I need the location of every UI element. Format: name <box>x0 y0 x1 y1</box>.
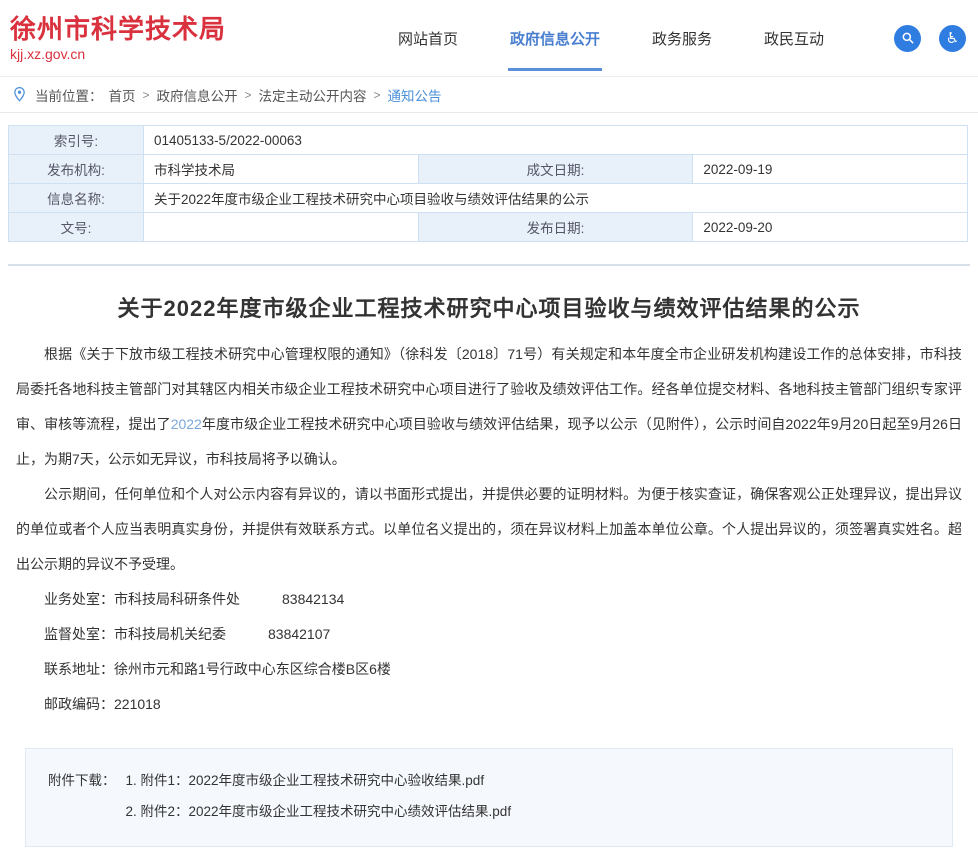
site-title: 徐州市科学技术局 <box>10 14 226 44</box>
table-row: 信息名称: 关于2022年度市级企业工程技术研究中心项目验收与绩效评估结果的公示 <box>9 184 968 213</box>
breadcrumb-label: 当前位置： <box>35 85 103 105</box>
contact-business-office: 业务处室：市科技局科研条件处 83842134 <box>44 582 962 617</box>
site-header: 徐州市科学技术局 kjj.xz.gov.cn 网站首页 政府信息公开 政务服务 … <box>0 0 978 76</box>
breadcrumb-item-home[interactable]: 首页 <box>109 85 136 105</box>
search-icon <box>901 31 915 45</box>
article-body: 根据《关于下放市级工程技术研究中心管理权限的通知》（徐科发〔2018〕71号）有… <box>16 337 962 722</box>
contact-supervision-office: 监督处室：市科技局机关纪委 83842107 <box>44 617 962 652</box>
contact-label: 邮政编码： <box>44 696 114 712</box>
contact-phone: 83842107 <box>268 626 330 642</box>
breadcrumb-separator: > <box>143 88 150 102</box>
main-nav: 网站首页 政府信息公开 政务服务 政民互动 ♿ <box>398 25 966 52</box>
attachments-label: 附件下载： <box>48 769 116 824</box>
contact-label: 监督处室： <box>44 626 114 642</box>
table-row: 发布机构: 市科学技术局 成文日期: 2022-09-19 <box>9 155 968 184</box>
section-divider <box>8 264 970 266</box>
publish-date-value: 2022-09-20 <box>693 213 968 242</box>
issuing-agency-label: 发布机构: <box>9 155 144 184</box>
index-number-label: 索引号: <box>9 126 144 155</box>
site-logo[interactable]: 徐州市科学技术局 kjj.xz.gov.cn <box>10 14 226 62</box>
breadcrumb-item-notices[interactable]: 通知公告 <box>388 85 442 105</box>
contact-postal-code: 邮政编码：221018 <box>44 687 962 722</box>
attachment-link-2[interactable]: 2. 附件2：2022年度市级企业工程技术研究中心绩效评估结果.pdf <box>126 800 512 824</box>
issuing-agency-value: 市科学技术局 <box>144 155 419 184</box>
contact-phone: 83842134 <box>282 591 344 607</box>
breadcrumb-item-statutory-disclosure[interactable]: 法定主动公开内容 <box>259 85 367 105</box>
contact-address: 联系地址：徐州市元和路1号行政中心东区综合楼B区6楼 <box>44 652 962 687</box>
article: 关于2022年度市级企业工程技术研究中心项目验收与绩效评估结果的公示 根据《关于… <box>0 291 978 722</box>
attachments-list: 1. 附件1：2022年度市级企业工程技术研究中心验收结果.pdf 2. 附件2… <box>126 769 512 824</box>
index-number-value: 01405133-5/2022-00063 <box>144 126 968 155</box>
attachment-link-1[interactable]: 1. 附件1：2022年度市级企业工程技术研究中心验收结果.pdf <box>126 769 512 793</box>
document-info-table: 索引号: 01405133-5/2022-00063 发布机构: 市科学技术局 … <box>8 125 968 242</box>
accessibility-button[interactable]: ♿ <box>939 25 966 52</box>
written-date-label: 成文日期: <box>418 155 693 184</box>
page-title: 关于2022年度市级企业工程技术研究中心项目验收与绩效评估结果的公示 <box>16 291 962 323</box>
contact-value: 徐州市元和路1号行政中心东区综合楼B区6楼 <box>114 661 391 677</box>
search-button[interactable] <box>894 25 921 52</box>
nav-item-home[interactable]: 网站首页 <box>398 28 458 49</box>
written-date-value: 2022-09-19 <box>693 155 968 184</box>
info-name-label: 信息名称: <box>9 184 144 213</box>
attachments-box: 附件下载： 1. 附件1：2022年度市级企业工程技术研究中心验收结果.pdf … <box>25 748 953 847</box>
publish-date-label: 发布日期: <box>418 213 693 242</box>
nav-item-services[interactable]: 政务服务 <box>652 28 712 49</box>
location-pin-icon <box>12 86 27 103</box>
nav-item-gov-info[interactable]: 政府信息公开 <box>510 28 600 49</box>
breadcrumb-item-gov-info[interactable]: 政府信息公开 <box>157 85 238 105</box>
nav-item-interaction[interactable]: 政民互动 <box>764 28 824 49</box>
contact-value: 市科技局科研条件处 <box>114 591 240 607</box>
breadcrumb: 当前位置： 首页 > 政府信息公开 > 法定主动公开内容 > 通知公告 <box>0 76 978 113</box>
accessibility-icon: ♿ <box>946 31 959 46</box>
contact-value: 221018 <box>114 696 161 712</box>
doc-number-value <box>144 213 419 242</box>
paragraph-2: 公示期间，任何单位和个人对公示内容有异议的，请以书面形式提出，并提供必要的证明材… <box>16 477 962 582</box>
info-name-value: 关于2022年度市级企业工程技术研究中心项目验收与绩效评估结果的公示 <box>144 184 968 213</box>
breadcrumb-separator: > <box>374 88 381 102</box>
table-row: 文号: 发布日期: 2022-09-20 <box>9 213 968 242</box>
breadcrumb-separator: > <box>245 88 252 102</box>
contact-label: 联系地址： <box>44 661 114 677</box>
doc-number-label: 文号: <box>9 213 144 242</box>
contact-value: 市科技局机关纪委 <box>114 626 226 642</box>
highlighted-year: 2022 <box>171 416 202 432</box>
contact-label: 业务处室： <box>44 591 114 607</box>
site-url: kjj.xz.gov.cn <box>10 46 226 62</box>
table-row: 索引号: 01405133-5/2022-00063 <box>9 126 968 155</box>
paragraph-1: 根据《关于下放市级工程技术研究中心管理权限的通知》（徐科发〔2018〕71号）有… <box>16 337 962 477</box>
